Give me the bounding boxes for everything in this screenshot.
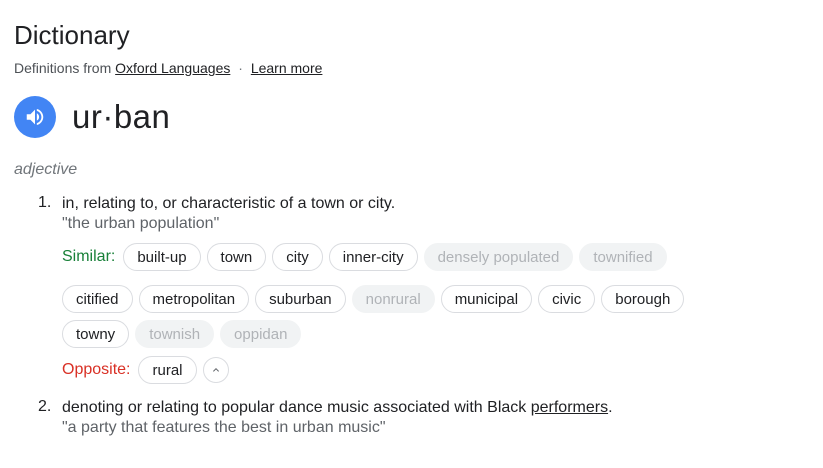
similar-chip[interactable]: city — [272, 243, 323, 271]
part-of-speech: adjective — [14, 161, 78, 178]
similar-chip[interactable]: suburban — [255, 285, 346, 313]
similar-row-1: Similar: built-up town city inner-city d… — [62, 243, 813, 271]
sense-example: "a party that features the best in urban… — [62, 419, 386, 436]
definitions-source: Definitions from Oxford Languages · Lear… — [14, 59, 322, 77]
headword-row: ur·ban — [14, 96, 170, 138]
opposite-row: Opposite: rural — [62, 356, 813, 384]
learn-more-link[interactable]: Learn more — [251, 60, 323, 76]
sense-1: 1. in, relating to, or characteristic of… — [38, 194, 813, 384]
similar-chip-disabled: densely populated — [423, 243, 574, 271]
similar-chip[interactable]: borough — [601, 285, 685, 313]
similar-chip[interactable]: civic — [538, 285, 596, 313]
dictionary-title: Dictionary — [14, 20, 130, 50]
definition-text: denoting or relating to popular dance mu… — [62, 399, 531, 416]
opposite-chip[interactable]: rural — [138, 356, 197, 384]
similar-chip-disabled: nonrural — [351, 285, 435, 313]
sense-number: 1. — [38, 194, 52, 211]
pronunciation-audio-button[interactable] — [14, 96, 56, 138]
similar-row-3: towny townish oppidan — [62, 320, 813, 348]
collapse-synonyms-button[interactable] — [202, 357, 229, 383]
speaker-icon — [26, 108, 44, 126]
opposite-label: Opposite: — [62, 361, 131, 378]
similar-row-2: citified metropolitan suburban nonrural … — [62, 285, 813, 313]
definition-end: . — [608, 399, 613, 416]
similar-chip-disabled: townified — [579, 243, 667, 271]
similar-label: Similar: — [62, 248, 116, 265]
similar-chip-disabled: townish — [135, 320, 215, 348]
sense-number: 2. — [38, 398, 52, 415]
sense-2: 2. denoting or relating to popular dance… — [38, 398, 813, 438]
similar-chip[interactable]: built-up — [123, 243, 201, 271]
oxford-languages-link[interactable]: Oxford Languages — [115, 60, 230, 76]
similar-chip[interactable]: inner-city — [328, 243, 418, 271]
similar-chip[interactable]: town — [206, 243, 267, 271]
sense-definition: in, relating to, or characteristic of a … — [62, 195, 396, 212]
similar-chip[interactable]: municipal — [440, 285, 533, 313]
similar-chip[interactable]: towny — [62, 320, 130, 348]
sense-definition: denoting or relating to popular dance mu… — [62, 398, 813, 418]
performers-link[interactable]: performers — [531, 399, 608, 416]
similar-chip[interactable]: metropolitan — [138, 285, 250, 313]
similar-chip[interactable]: citified — [62, 285, 133, 313]
separator-dot: · — [238, 60, 243, 76]
source-prefix: Definitions from — [14, 60, 112, 76]
chevron-up-icon — [212, 368, 219, 372]
headword: ur·ban — [72, 98, 171, 135]
sense-example: "the urban population" — [62, 215, 220, 232]
similar-chip-disabled: oppidan — [220, 320, 302, 348]
